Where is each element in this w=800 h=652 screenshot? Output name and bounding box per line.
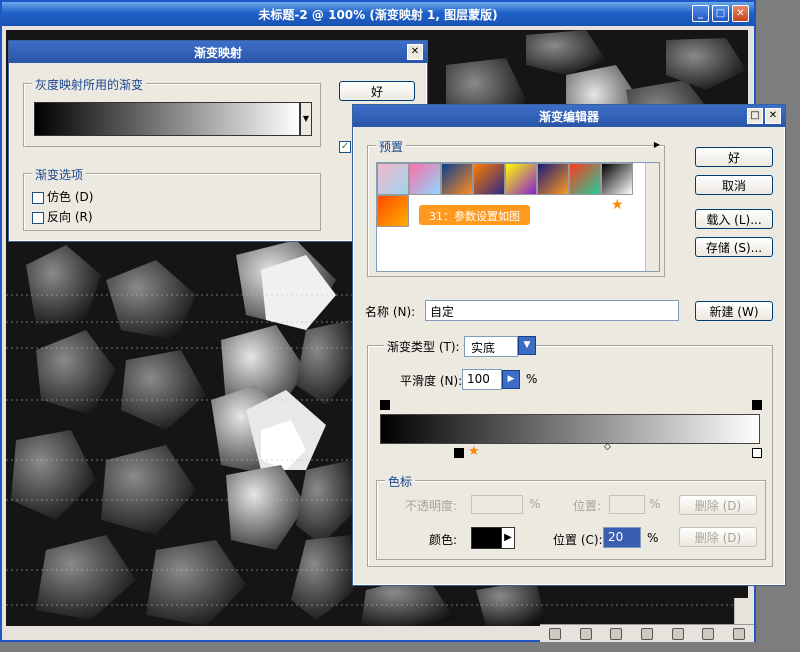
dither-label: 仿色 (D)	[47, 190, 94, 204]
gradient-dropdown-arrow[interactable]: ▼	[300, 102, 312, 136]
smoothness-label: 平滑度 (N):	[400, 374, 463, 388]
smoothness-arrow-icon[interactable]: ▶	[502, 370, 520, 389]
annotation-callout: 31：参数设置如图	[419, 205, 530, 225]
minimize-button[interactable]: _	[692, 5, 709, 22]
opacity-delete-button: 删除 (D)	[679, 495, 757, 515]
link-icon[interactable]	[549, 627, 562, 640]
preset-swatch-2[interactable]	[409, 163, 441, 195]
gradient-map-title: 渐变映射	[193, 45, 242, 60]
gradient-options-label: 渐变选项	[32, 166, 87, 183]
save-button[interactable]: 存储 (S)...	[695, 237, 773, 257]
preset-swatch-5[interactable]	[505, 163, 537, 195]
preview-checkbox[interactable]: ✓	[339, 141, 351, 153]
trash-icon[interactable]	[732, 627, 745, 640]
reverse-label: 反向 (R)	[47, 210, 93, 224]
preset-swatch-9[interactable]	[377, 195, 409, 227]
color-stop-black[interactable]	[454, 448, 464, 458]
cancel-button[interactable]: 取消	[695, 175, 773, 195]
gradient-settings-group: 渐变类型 (T): 实底 ▼ 平滑度 (N): 100 ▶ % ★ ◇ 色标 不…	[367, 336, 773, 567]
mask-icon[interactable]	[610, 627, 623, 640]
folder-icon[interactable]	[640, 627, 653, 640]
gradient-type-dropdown-icon[interactable]: ▼	[518, 336, 536, 355]
ok-button[interactable]: 好	[695, 147, 773, 167]
smoothness-input[interactable]: 100	[462, 369, 502, 390]
gradient-group: 灰度映射所用的渐变 ▼	[23, 76, 321, 147]
color-position-unit: %	[647, 531, 659, 545]
new-layer-icon[interactable]	[702, 627, 715, 640]
opacity-input	[471, 495, 523, 514]
ok-button[interactable]: 好	[339, 81, 415, 101]
color-stops-label: 色标	[385, 473, 416, 490]
preset-swatch-6[interactable]	[537, 163, 569, 195]
maximize-button[interactable]: □	[712, 5, 729, 22]
preset-swatch-3[interactable]	[441, 163, 473, 195]
midpoint-diamond-icon[interactable]: ◇	[604, 442, 611, 452]
opacity-stop-left[interactable]	[380, 400, 390, 410]
opacity-label: 不透明度:	[405, 499, 458, 513]
load-button[interactable]: 载入 (L)...	[695, 209, 773, 229]
close-button[interactable]: ✕	[732, 5, 749, 22]
color-stop-white[interactable]	[752, 448, 762, 458]
color-position-input[interactable]: 20	[603, 527, 641, 548]
gradient-editor-dialog: 渐变编辑器 □ ✕ 预置 ▶ ★ 31：参数设置如图 好 取消 载入 (L)..…	[352, 104, 786, 586]
color-menu-arrow-icon[interactable]: ▶	[501, 527, 515, 549]
color-stops-group: 色标 不透明度: % 位置: % 删除 (D) 颜色: ▶ 位置 (C): 20…	[376, 473, 766, 560]
maximize-button[interactable]: □	[747, 108, 763, 124]
color-position-label: 位置 (C):	[553, 533, 603, 547]
document-title-bar[interactable]: 未标题-2 @ 100% (渐变映射 1, 图层蒙版) _ □ ✕	[2, 2, 754, 26]
opacity-stop-right[interactable]	[752, 400, 762, 410]
adjustment-layer-icon[interactable]	[671, 627, 684, 640]
gradient-preview[interactable]	[34, 102, 300, 136]
gradient-group-label: 灰度映射所用的渐变	[32, 76, 147, 93]
new-button[interactable]: 新建 (W)	[695, 301, 773, 321]
presets-group: 预置 ▶ ★ 31：参数设置如图	[367, 138, 665, 277]
star-icon: ★	[468, 444, 480, 459]
gradient-bar[interactable]	[380, 414, 760, 444]
layer-style-icon[interactable]	[579, 627, 592, 640]
presets-label: 预置	[376, 138, 407, 155]
presets-menu-arrow-icon[interactable]: ▶	[654, 140, 660, 149]
dither-checkbox[interactable]	[32, 191, 44, 204]
dither-option[interactable]: 仿色 (D)	[32, 188, 93, 205]
opacity-position-label: 位置:	[573, 499, 602, 513]
preset-swatch-8[interactable]	[601, 163, 633, 195]
preset-swatch-1[interactable]	[377, 163, 409, 195]
gradient-type-label: 渐变类型 (T):	[384, 338, 463, 355]
preset-swatch-7[interactable]	[569, 163, 601, 195]
opacity-position-unit: %	[649, 497, 661, 511]
gradient-options-group: 渐变选项 仿色 (D) 反向 (R)	[23, 166, 321, 231]
close-button[interactable]: ✕	[765, 108, 781, 124]
layers-toolbar	[540, 624, 754, 642]
opacity-position-input	[609, 495, 645, 514]
vertical-scrollbar[interactable]	[734, 598, 748, 624]
color-label: 颜色:	[429, 533, 458, 547]
gradient-map-title-bar[interactable]: 渐变映射 ✕	[9, 41, 427, 63]
opacity-unit: %	[529, 497, 541, 511]
document-title: 未标题-2 @ 100% (渐变映射 1, 图层蒙版)	[258, 7, 498, 22]
star-icon: ★	[611, 197, 624, 213]
smoothness-unit: %	[526, 372, 538, 386]
close-button[interactable]: ✕	[407, 44, 423, 60]
preset-swatch-4[interactable]	[473, 163, 505, 195]
color-delete-button: 删除 (D)	[679, 527, 757, 547]
presets-list[interactable]: ★ 31：参数设置如图	[376, 162, 660, 272]
name-label: 名称 (N):	[365, 305, 416, 319]
reverse-option[interactable]: 反向 (R)	[32, 208, 93, 225]
gradient-type-select[interactable]: 实底	[464, 336, 518, 357]
presets-scrollbar[interactable]	[645, 163, 659, 271]
name-input[interactable]: 自定	[425, 300, 679, 321]
gradient-editor-title: 渐变编辑器	[538, 109, 599, 124]
reverse-checkbox[interactable]	[32, 211, 44, 224]
gradient-editor-title-bar[interactable]: 渐变编辑器 □ ✕	[353, 105, 785, 127]
